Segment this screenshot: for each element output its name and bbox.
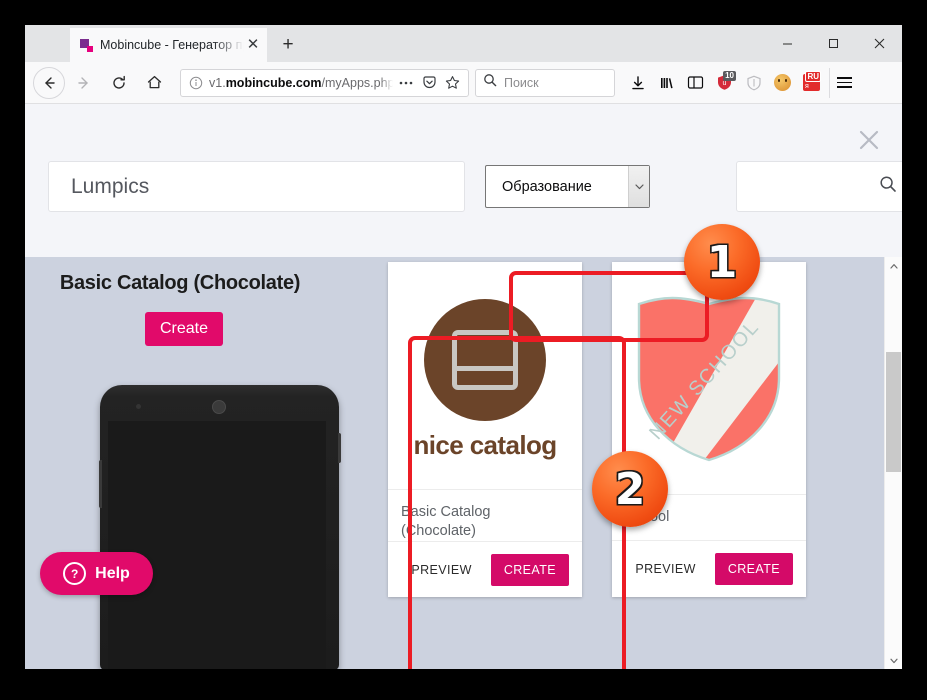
template-card-school[interactable]: NEW SCHOOL School PREVIEW CREATE	[612, 262, 806, 597]
category-dropdown-wrap: Образование	[485, 165, 650, 208]
tab-title: Mobincube - Генератор прилс	[100, 38, 245, 52]
ellipsis-icon[interactable]	[396, 73, 416, 93]
modal-close-icon[interactable]	[854, 125, 884, 155]
new-tab-button[interactable]: +	[275, 33, 301, 57]
preview-title: Basic Catalog (Chocolate)	[59, 272, 301, 294]
template-card-basic-catalog[interactable]: nice catalog Basic Catalog (Chocolate) P…	[388, 262, 582, 597]
svg-text:u: u	[723, 80, 727, 87]
create-button[interactable]: CREATE	[714, 553, 793, 585]
preview-button[interactable]: PREVIEW	[405, 562, 477, 578]
card-actions: PREVIEW CREATE	[612, 540, 806, 597]
help-label: Help	[95, 564, 130, 582]
toolbar-icons: u 10 я RU	[623, 67, 863, 98]
page-content: Lumpics Образование Basic Catalog (Choco…	[25, 104, 902, 669]
close-window-icon[interactable]	[856, 25, 902, 62]
browser-window: Mobincube - Генератор прилс ✕ +	[25, 25, 902, 669]
back-icon[interactable]	[33, 66, 65, 99]
selected-template-preview: Basic Catalog (Chocolate) Create	[25, 257, 373, 669]
annotation-step-2: 2	[592, 451, 668, 527]
shield-icon[interactable]	[739, 68, 768, 98]
url-text: v1.mobincube.com/myApps.php	[209, 75, 393, 90]
downloads-icon[interactable]	[623, 68, 652, 98]
preview-button[interactable]: PREVIEW	[629, 561, 701, 577]
adblock-icon[interactable]: u 10	[710, 68, 739, 98]
book-icon	[451, 329, 518, 390]
phone-mockup	[99, 385, 341, 669]
navigation-toolbar: v1.mobincube.com/myApps.php Поиск u 10 я…	[25, 62, 902, 104]
card-title: Basic Catalog (Chocolate)	[388, 489, 582, 541]
reload-icon[interactable]	[103, 67, 135, 99]
modal-search-row: Lumpics Образование	[48, 161, 902, 212]
sidebar-icon[interactable]	[681, 68, 710, 98]
question-circle-icon: ?	[63, 562, 87, 585]
scroll-down-arrow[interactable]	[885, 652, 902, 669]
ru-translate-icon[interactable]: я RU	[797, 68, 826, 98]
maximize-icon[interactable]	[810, 25, 856, 62]
monkey-extension-icon[interactable]	[768, 68, 797, 98]
card-thumbnail: nice catalog	[388, 262, 582, 489]
templates-strip: Basic Catalog (Chocolate) Create nice ca…	[25, 257, 885, 669]
scrollbar-thumb[interactable]	[886, 352, 901, 472]
star-icon[interactable]	[442, 73, 462, 93]
annotation-step-1: 1	[684, 224, 760, 300]
scroll-up-arrow[interactable]	[885, 257, 902, 274]
close-icon[interactable]: ✕	[245, 37, 261, 53]
ru-label: RU	[805, 71, 821, 82]
category-selected-label: Образование	[502, 178, 592, 195]
search-icon	[483, 73, 497, 92]
logo-circle	[423, 298, 546, 421]
menu-icon[interactable]	[829, 67, 859, 98]
library-icon[interactable]	[652, 68, 681, 98]
card-actions: PREVIEW CREATE	[388, 541, 582, 597]
app-name-input[interactable]: Lumpics	[48, 161, 465, 212]
tab-strip: Mobincube - Генератор прилс ✕ +	[25, 25, 902, 62]
address-bar[interactable]: v1.mobincube.com/myApps.php	[180, 68, 469, 97]
category-dropdown[interactable]: Образование	[485, 165, 650, 208]
mobincube-logo-icon	[80, 38, 93, 52]
shield-icon: NEW SCHOOL	[633, 292, 785, 464]
home-icon[interactable]	[138, 67, 170, 99]
search-input[interactable]: Поиск	[475, 68, 615, 97]
create-button[interactable]: Create	[145, 312, 223, 346]
vertical-scrollbar[interactable]	[884, 257, 902, 669]
nice-catalog-logo: nice catalog	[413, 291, 557, 461]
modal-header: Lumpics Образование	[25, 104, 902, 257]
browser-tab[interactable]: Mobincube - Генератор прилс ✕	[70, 28, 267, 62]
template-search-input[interactable]	[736, 161, 902, 212]
search-icon	[879, 175, 897, 198]
info-circle-icon[interactable]	[188, 76, 204, 90]
pocket-icon[interactable]	[419, 73, 439, 93]
create-button[interactable]: CREATE	[490, 553, 569, 586]
screen: Mobincube - Генератор прилс ✕ +	[0, 0, 927, 700]
forward-icon[interactable]	[68, 67, 100, 99]
minimize-icon[interactable]	[764, 25, 810, 62]
chevron-down-icon	[628, 166, 649, 207]
help-button[interactable]: ? Help	[40, 552, 153, 595]
adblock-badge: 10	[723, 70, 736, 81]
window-controls	[764, 25, 902, 62]
search-placeholder: Поиск	[504, 75, 539, 90]
logo-text: nice catalog	[413, 429, 557, 460]
